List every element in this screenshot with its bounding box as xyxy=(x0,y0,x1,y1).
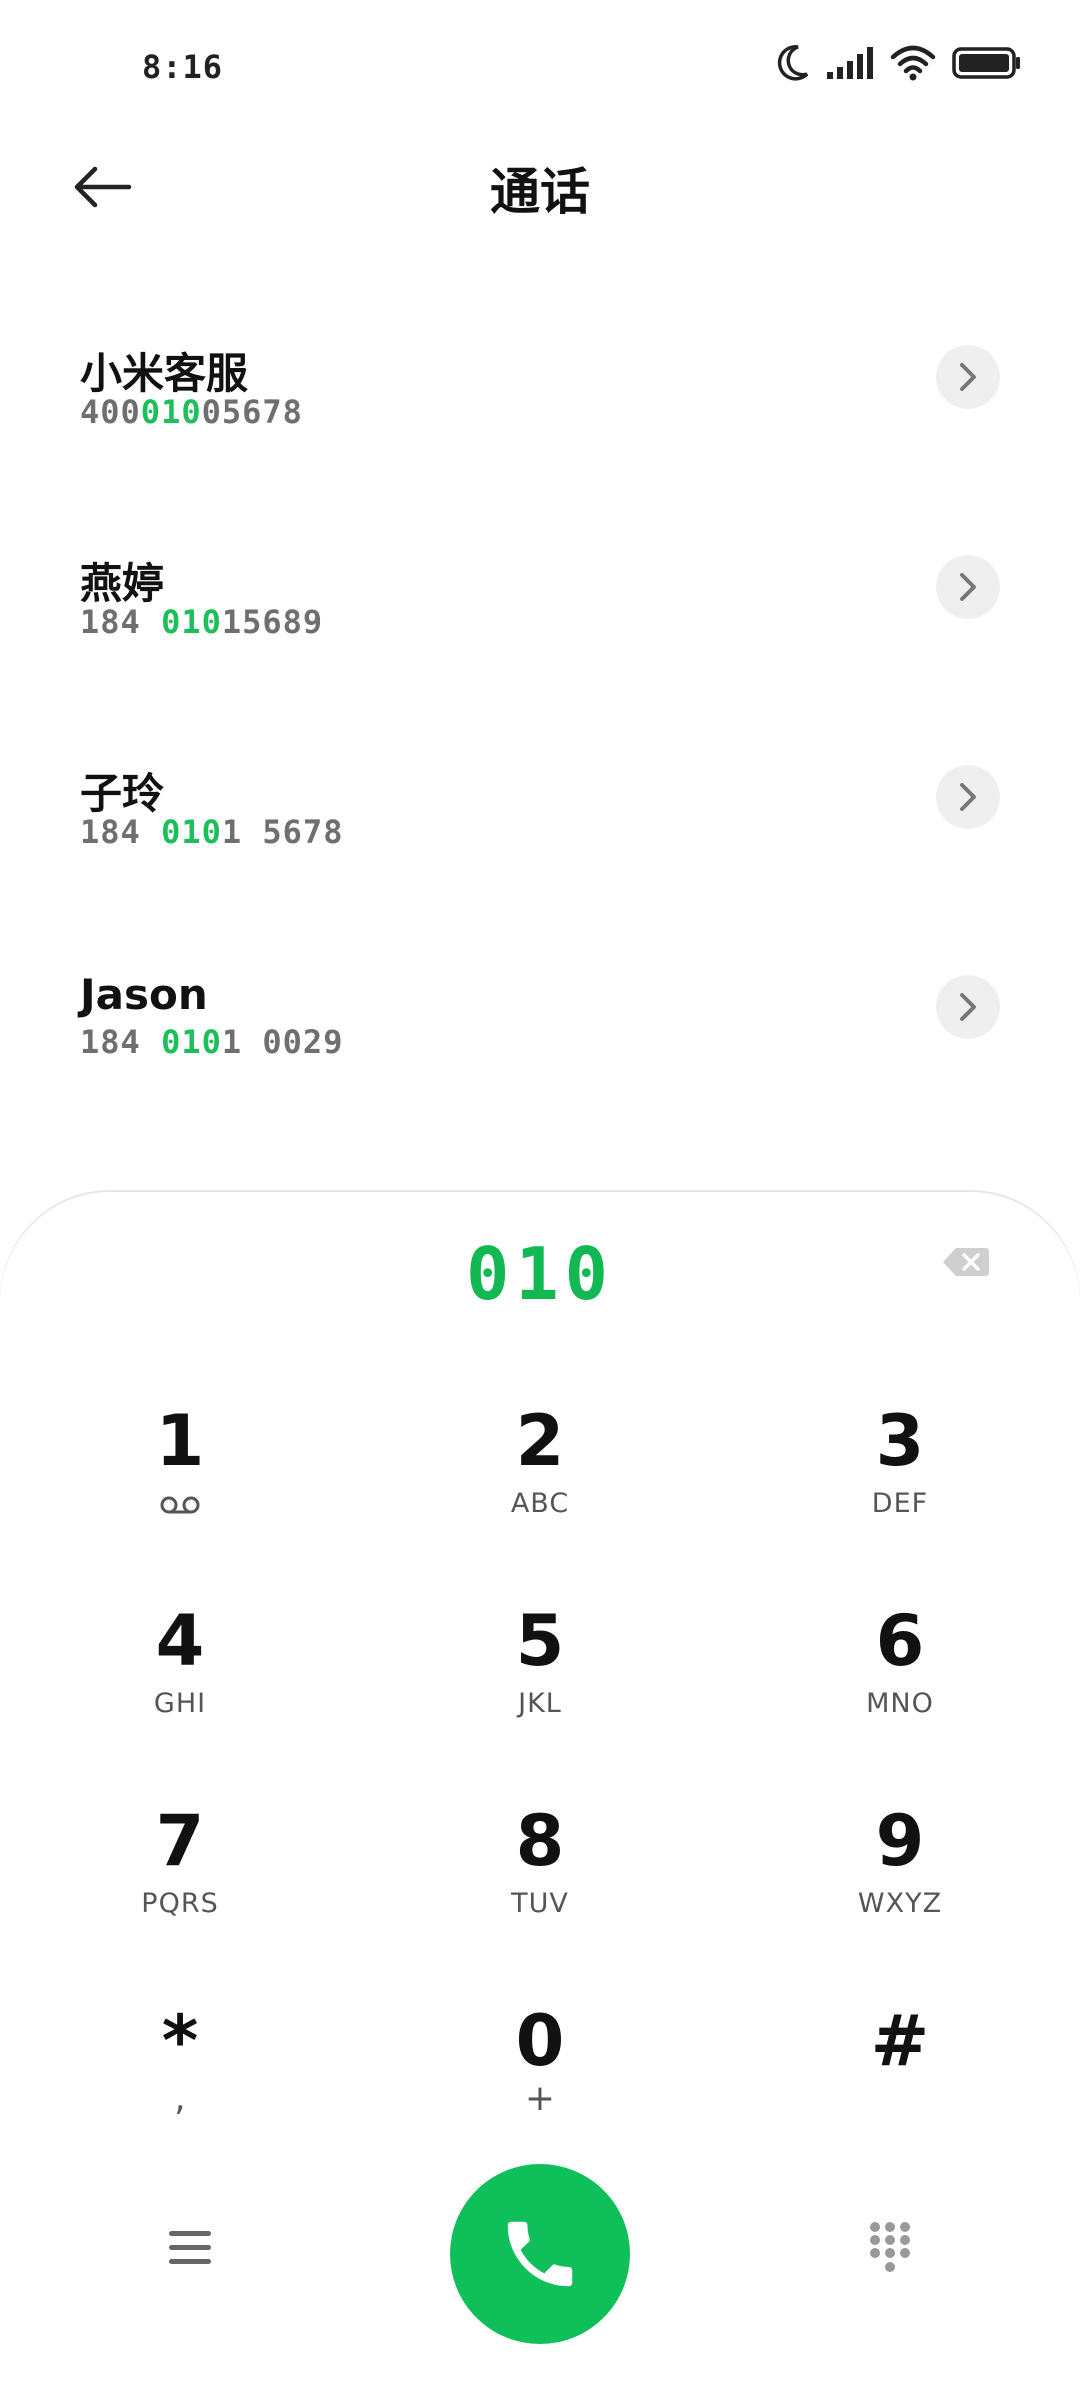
key-0[interactable]: 0 + xyxy=(380,2002,700,2172)
key-hash[interactable]: # xyxy=(740,2002,1060,2172)
contact-detail-button[interactable] xyxy=(936,765,1000,829)
chevron-right-icon xyxy=(960,783,976,811)
key-letters: PQRS xyxy=(141,1888,219,1919)
key-letters: , xyxy=(174,2078,186,2119)
chevron-right-icon xyxy=(960,363,976,391)
key-6[interactable]: 6 MNO xyxy=(740,1602,1060,1772)
key-letters: MNO xyxy=(866,1688,934,1719)
backspace-icon xyxy=(943,1248,989,1276)
chevron-right-icon xyxy=(960,573,976,601)
page-title: 通话 xyxy=(490,163,590,221)
key-digit: 8 xyxy=(515,1800,565,1882)
contact-name: 燕婷 xyxy=(80,559,165,608)
chevron-right-icon xyxy=(960,993,976,1021)
dialed-number: 010 xyxy=(465,1232,615,1316)
key-4[interactable]: 4 GHI xyxy=(20,1602,340,1772)
contact-number: 40001005678 xyxy=(80,393,303,431)
key-2[interactable]: 2 ABC xyxy=(380,1402,700,1572)
key-9[interactable]: 9 WXYZ xyxy=(740,1802,1060,1972)
key-1[interactable]: 1 xyxy=(20,1402,340,1572)
key-digit: 5 xyxy=(515,1600,565,1682)
header: 通话 xyxy=(0,130,1080,240)
contact-detail-button[interactable] xyxy=(936,975,1000,1039)
contact-name: Jason xyxy=(80,970,208,1019)
contact-detail-button[interactable] xyxy=(936,555,1000,619)
menu-button[interactable] xyxy=(150,2208,230,2288)
status-time: 8:16 xyxy=(142,48,224,86)
key-letters: GHI xyxy=(153,1688,207,1719)
contact-row[interactable]: 小米客服 40001005678 xyxy=(0,300,1080,510)
key-digit: 3 xyxy=(875,1400,925,1482)
menu-icon xyxy=(169,2231,211,2264)
contact-name: 子玲 xyxy=(80,769,165,818)
key-digit: 7 xyxy=(155,1800,205,1882)
key-letters: JKL xyxy=(518,1688,562,1719)
key-7[interactable]: 7 PQRS xyxy=(20,1802,340,1972)
phone-icon xyxy=(507,2221,573,2287)
contact-row[interactable]: 燕婷 184 01015689 xyxy=(0,510,1080,720)
keypad-icon xyxy=(870,2222,910,2272)
backspace-button[interactable] xyxy=(938,1240,994,1284)
key-letters: TUV xyxy=(511,1888,569,1919)
contact-number: 184 01015689 xyxy=(80,603,324,641)
bottom-bar xyxy=(0,2160,1080,2350)
wifi-icon xyxy=(890,45,936,81)
status-bar: 8:16 xyxy=(0,0,1080,130)
contact-name: 小米客服 xyxy=(80,349,249,398)
key-digit: 1 xyxy=(155,1400,205,1482)
contact-detail-button[interactable] xyxy=(936,345,1000,409)
key-8[interactable]: 8 TUV xyxy=(380,1802,700,1972)
key-letters: WXYZ xyxy=(857,1888,943,1919)
key-digit: 0 xyxy=(515,2000,565,2082)
key-digit: 4 xyxy=(155,1600,205,1682)
key-letters: + xyxy=(524,2078,556,2119)
key-star[interactable]: * , xyxy=(20,2002,340,2172)
voicemail-icon xyxy=(160,1496,200,1514)
key-digit: * xyxy=(161,2000,199,2082)
status-icons xyxy=(776,44,1022,82)
call-button[interactable] xyxy=(450,2164,630,2344)
contact-number: 184 0101 0029 xyxy=(80,1023,344,1061)
contact-number: 184 0101 5678 xyxy=(80,813,344,851)
key-letters: DEF xyxy=(871,1488,929,1519)
key-5[interactable]: 5 JKL xyxy=(380,1602,700,1772)
contact-row[interactable]: 子玲 184 0101 5678 xyxy=(0,720,1080,930)
battery-icon xyxy=(952,47,1020,79)
key-digit: 9 xyxy=(875,1800,925,1882)
moon-icon xyxy=(777,45,809,81)
key-digit: 2 xyxy=(515,1400,565,1482)
key-digit: 6 xyxy=(875,1600,925,1682)
key-digit: # xyxy=(870,2000,930,2082)
contact-row[interactable]: Jason 184 0101 0029 xyxy=(0,930,1080,1140)
key-letters: ABC xyxy=(510,1488,570,1519)
key-3[interactable]: 3 DEF xyxy=(740,1402,1060,1572)
keypad-toggle-button[interactable] xyxy=(850,2204,930,2294)
signal-icon xyxy=(827,47,873,79)
